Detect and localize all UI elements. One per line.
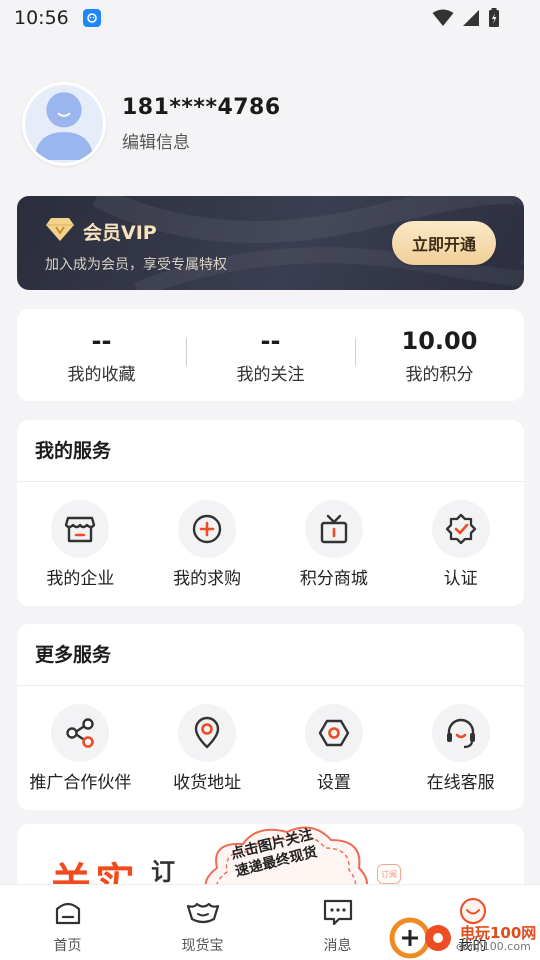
vip-subtitle: 加入成为会员，享受专属特权 [45, 257, 227, 273]
stat-label: 我的收藏 [67, 364, 136, 385]
verified-badge-icon [431, 500, 490, 558]
home-icon [53, 897, 83, 931]
stat-value: -- [260, 326, 281, 355]
my-services-card: 我的服务 我的企业 我的求购 积分商城 认证 [17, 420, 524, 606]
tab-home[interactable]: 首页 [0, 885, 135, 960]
share-icon [51, 704, 110, 762]
service-my-purchase[interactable]: 我的求购 [144, 500, 271, 589]
stat-label: 我的积分 [405, 364, 474, 385]
signal-icon [462, 9, 480, 31]
stats-card: -- 我的收藏 -- 我的关注 10.00 我的积分 [17, 309, 524, 401]
watermark-url: danji100.com [456, 940, 531, 953]
service-label: 在线客服 [426, 773, 495, 793]
activate-vip-button[interactable]: 立即开通 [392, 221, 496, 265]
message-icon [322, 897, 354, 931]
more-services-title: 更多服务 [17, 624, 524, 686]
ingot-icon [185, 897, 221, 931]
profile-header[interactable]: 181****4786 编辑信息 [22, 82, 281, 166]
service-certification[interactable]: 认证 [397, 500, 524, 589]
user-phone: 181****4786 [122, 95, 281, 120]
settings-hexagon-icon [304, 704, 363, 762]
service-promote-partner[interactable]: 推广合作伙伴 [17, 704, 144, 793]
service-my-enterprise[interactable]: 我的企业 [17, 500, 144, 589]
service-points-mall[interactable]: 积分商城 [271, 500, 398, 589]
battery-icon [488, 8, 500, 32]
stat-value: 10.00 [401, 326, 478, 355]
my-services-title: 我的服务 [17, 420, 524, 482]
tab-label: 消息 [323, 938, 352, 954]
service-online-support[interactable]: 在线客服 [397, 704, 524, 793]
tab-label: 现货宝 [181, 938, 224, 954]
avatar[interactable] [22, 82, 106, 166]
default-avatar-icon [34, 92, 94, 160]
service-label: 认证 [443, 569, 478, 589]
location-pin-icon [178, 704, 237, 762]
vip-title: 会员VIP [83, 221, 157, 244]
wifi-icon [432, 9, 454, 31]
service-label: 设置 [316, 773, 351, 793]
tab-spot-goods[interactable]: 现货宝 [135, 885, 270, 960]
stat-label: 我的关注 [236, 364, 305, 385]
storefront-icon [51, 500, 110, 558]
app-notification-icon [82, 9, 101, 27]
banner-subheadline: 订 [151, 858, 175, 886]
plus-circle-icon [178, 500, 237, 558]
headset-icon [431, 704, 490, 762]
diamond-icon [45, 216, 75, 246]
gift-icon [304, 500, 363, 558]
stat-value: -- [91, 326, 112, 355]
service-label: 收货地址 [173, 773, 242, 793]
more-services-card: 更多服务 推广合作伙伴 收货地址 设置 在线客服 [17, 624, 524, 810]
service-label: 推广合作伙伴 [29, 773, 132, 793]
status-bar: 10:56 [0, 0, 540, 36]
vip-card[interactable]: 会员VIP 加入成为会员，享受专属特权 立即开通 [17, 196, 524, 290]
service-shipping-address[interactable]: 收货地址 [144, 704, 271, 793]
stat-favorites[interactable]: -- 我的收藏 [17, 326, 186, 385]
service-settings[interactable]: 设置 [271, 704, 398, 793]
status-time: 10:56 [14, 7, 69, 29]
service-label: 我的求购 [173, 569, 242, 589]
stat-points[interactable]: 10.00 我的积分 [355, 326, 524, 385]
status-icons [432, 8, 500, 32]
stat-following[interactable]: -- 我的关注 [186, 326, 355, 385]
service-label: 我的企业 [46, 569, 115, 589]
service-label: 积分商城 [299, 569, 368, 589]
tab-label: 首页 [53, 938, 82, 954]
edit-info-link[interactable]: 编辑信息 [122, 128, 281, 153]
